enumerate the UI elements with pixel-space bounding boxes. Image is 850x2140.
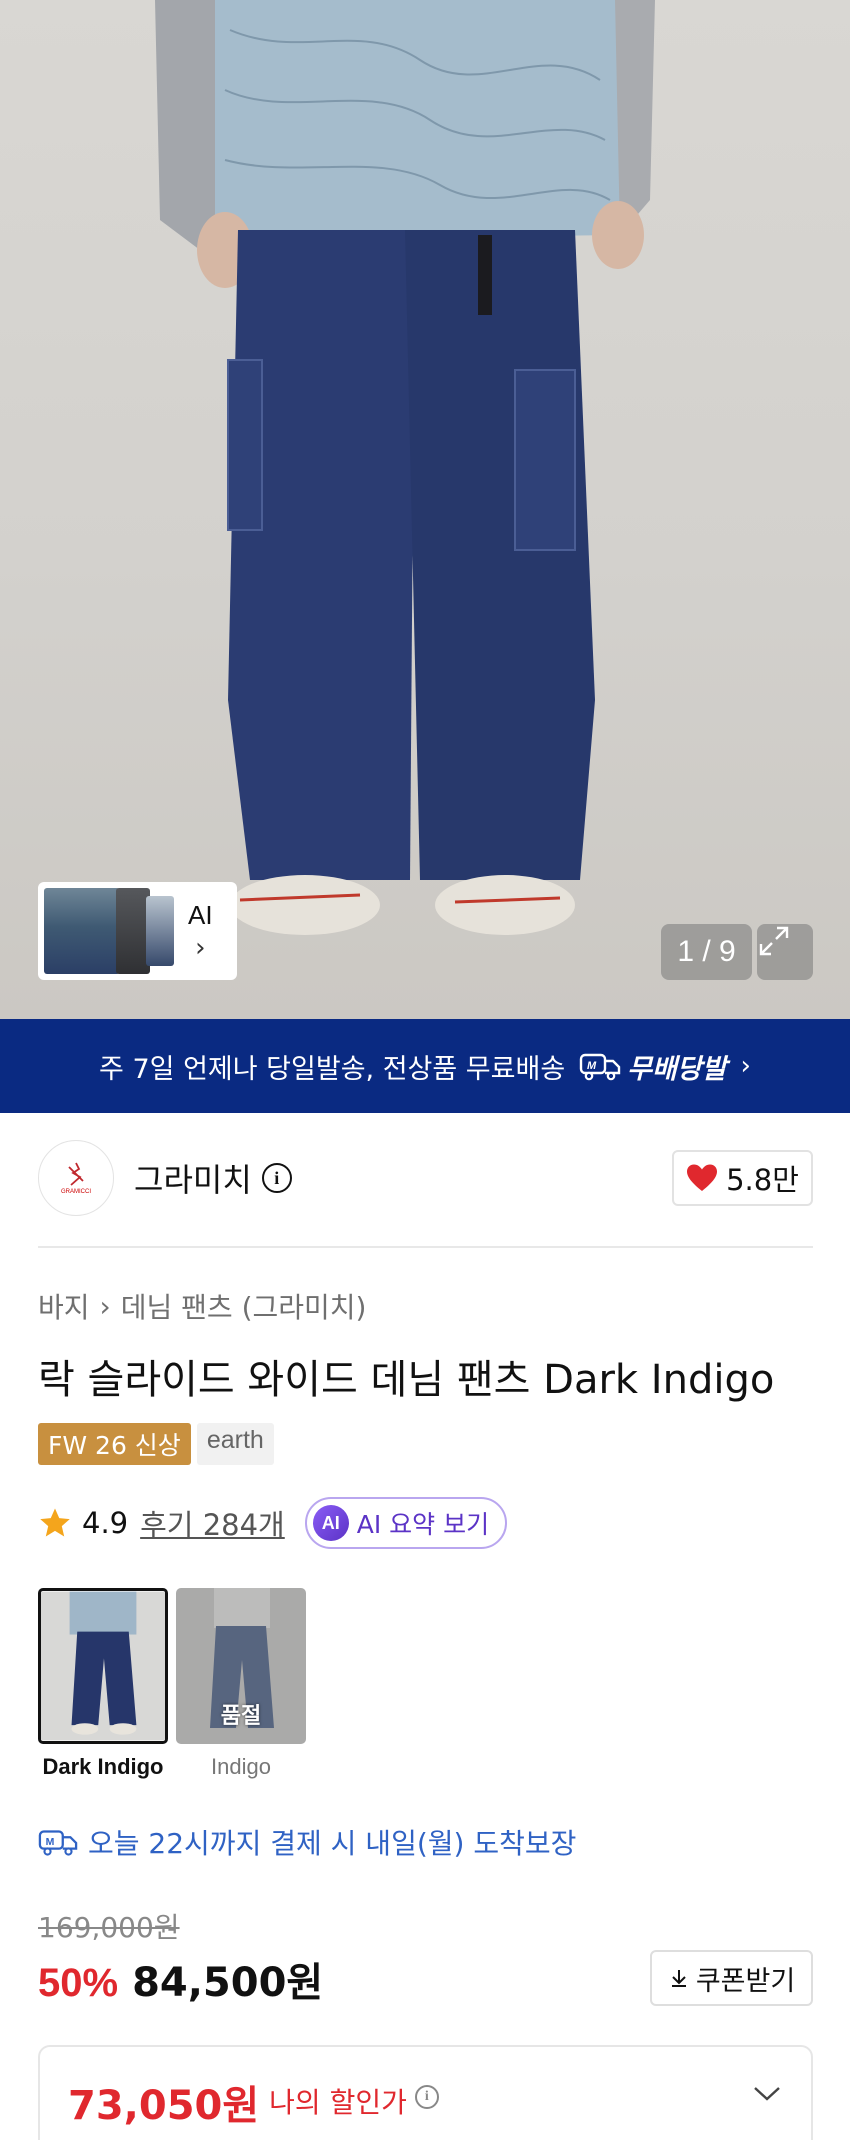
expand-icon <box>759 926 789 956</box>
earth-tag: earth <box>196 1423 274 1465</box>
coupon-label: 쿠폰받기 <box>695 1965 796 1997</box>
like-count: 5.8만 <box>726 1163 799 1197</box>
coupon-button[interactable]: 쿠폰받기 <box>650 1950 813 2006</box>
product-image[interactable]: AI › 1 / 9 <box>0 0 850 1019</box>
chevron-right-icon: › <box>740 1051 751 1081</box>
discount-rate: 50% <box>38 1961 119 2005</box>
chevron-right-icon: › <box>195 932 206 963</box>
service-name: 무배당발 <box>627 1053 727 1085</box>
image-counter: 1 / 9 <box>661 924 752 980</box>
delivery-text: 오늘 22시까지 결제 시 내일(월) 도착보장 <box>88 1827 577 1860</box>
ai-style-thumbnail[interactable]: AI › <box>38 882 237 980</box>
price-row: 50% 84,500원 <box>38 1950 323 2008</box>
sale-price: 84,500원 <box>132 1960 324 2006</box>
delivery-guarantee: M 오늘 22시까지 결제 시 내일(월) 도착보장 <box>38 1822 576 1862</box>
breadcrumb-item[interactable]: 데님 팬츠 (그라미치) <box>121 1286 367 1326</box>
brand-logo[interactable]: GRAMICCI <box>38 1140 114 1216</box>
info-icon[interactable]: i <box>261 1163 292 1193</box>
review-link[interactable]: 후기 284개 <box>140 1502 285 1544</box>
thumbnail-image <box>146 896 174 966</box>
breadcrumb-item[interactable]: 바지 <box>38 1286 90 1326</box>
my-price-box[interactable]: 73,050원 나의 할인가 i <box>38 2045 813 2140</box>
color-option-dark-indigo[interactable]: Dark Indigo <box>38 1588 168 1780</box>
brand-name[interactable]: 그라미치 <box>134 1155 252 1201</box>
swatch-image <box>41 1591 165 1741</box>
chevron-right-icon: › <box>99 1289 111 1323</box>
star-icon <box>40 1508 70 1537</box>
truck-icon: M <box>579 1053 621 1081</box>
new-season-tag: FW 26 신상 <box>38 1423 191 1465</box>
shipping-banner[interactable]: 주 7일 언제나 당일발송, 전상품 무료배송 M 무배당발 › <box>0 1019 850 1113</box>
color-name: Indigo <box>211 1754 271 1779</box>
color-swatch[interactable]: 품절 <box>176 1588 306 1744</box>
ai-icon: AI <box>312 1505 349 1541</box>
color-swatch[interactable] <box>38 1588 168 1744</box>
svg-text:M: M <box>587 1060 597 1072</box>
like-button[interactable]: 5.8만 <box>672 1150 813 1206</box>
color-options: Dark Indigo 품절 Indigo <box>38 1588 306 1780</box>
svg-text:M: M <box>46 1837 55 1848</box>
info-icon[interactable]: i <box>414 2085 439 2109</box>
divider <box>38 1246 813 1248</box>
ai-summary-label: AI 요약 보기 <box>356 1510 490 1539</box>
breadcrumb: 바지 › 데님 팬츠 (그라미치) <box>38 1286 366 1326</box>
banner-text: 주 7일 언제나 당일발송, 전상품 무료배송 <box>99 1053 566 1085</box>
chevron-down-icon[interactable] <box>751 2083 783 2103</box>
brand-logo-mark <box>68 1162 84 1186</box>
thumbnail-image <box>116 888 150 974</box>
rating-value: 4.9 <box>82 1506 129 1540</box>
product-title: 락 슬라이드 와이드 데님 팬츠 Dark Indigo <box>38 1357 775 1403</box>
brand-row: GRAMICCI 그라미치 i 5.8만 <box>38 1140 813 1216</box>
ai-summary-button[interactable]: AI AI 요약 보기 <box>304 1497 508 1549</box>
product-tags: FW 26 신상 earth <box>38 1423 274 1465</box>
product-photo <box>155 0 655 935</box>
sold-out-label: 품절 <box>220 1704 262 1729</box>
brand-logo-text: GRAMICCI <box>61 1189 91 1195</box>
heart-icon <box>687 1164 718 1191</box>
rating-row: 4.9 후기 284개 AI AI 요약 보기 <box>38 1497 508 1549</box>
color-option-indigo[interactable]: 품절 Indigo <box>176 1588 306 1780</box>
expand-button[interactable] <box>757 924 813 980</box>
original-price: 169,000원 <box>38 1911 180 1944</box>
color-name: Dark Indigo <box>42 1754 164 1779</box>
ai-label: AI <box>188 899 213 930</box>
my-discount-price: 73,050원 <box>68 2083 260 2129</box>
thumbnail-image <box>44 888 120 974</box>
service-badge: M 무배당발 <box>579 1047 727 1086</box>
truck-icon: M <box>38 1830 78 1856</box>
my-price-label: 나의 할인가 <box>269 2086 407 2119</box>
download-icon <box>671 1970 686 1987</box>
